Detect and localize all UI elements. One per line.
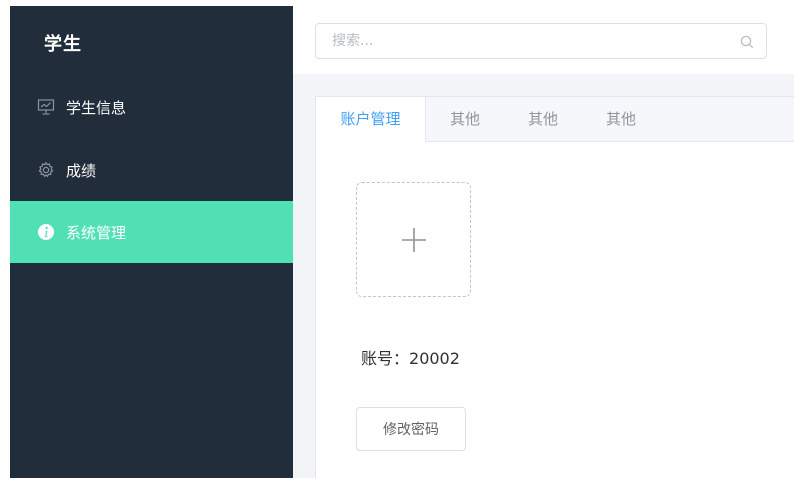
tab-bar: 账户管理 其他 其他 其他 [316, 97, 794, 142]
search-box[interactable] [315, 23, 767, 59]
sidebar-item-label: 学生信息 [66, 98, 127, 117]
sidebar-item-label: 成绩 [66, 161, 97, 180]
search-icon[interactable] [740, 34, 754, 49]
account-label: 账号： [361, 349, 410, 368]
sidebar-item-label: 系统管理 [66, 223, 127, 242]
account-number: 20002 [409, 349, 460, 368]
top-bar [293, 0, 794, 74]
tab-account-management[interactable]: 账户管理 [316, 97, 426, 142]
plus-icon [401, 227, 427, 253]
main-area: 账户管理 其他 其他 其他 账号：20002 修改密码 [293, 0, 794, 478]
change-password-button[interactable]: 修改密码 [356, 407, 466, 451]
app-window: 学生 学生信息 成绩 系统管理 搜索... 账户管理 其他 其他 其他 账号：2… [0, 0, 794, 478]
search-input[interactable] [316, 24, 742, 58]
gear-icon [36, 160, 56, 180]
account-info: 账号：20002 [361, 345, 460, 369]
info-icon [36, 222, 56, 242]
sidebar-item-grades[interactable]: 成绩 [10, 139, 293, 201]
account-card: 账户管理 其他 其他 其他 账号：20002 修改密码 [315, 96, 794, 478]
tab-other-3[interactable]: 其他 [590, 97, 652, 142]
brand-title: 学生 [44, 34, 82, 55]
sidebar-item-student-info[interactable]: 学生信息 [10, 76, 293, 138]
sidebar: 学生 学生信息 成绩 系统管理 [10, 6, 293, 478]
tab-other-2[interactable]: 其他 [512, 97, 574, 142]
avatar-upload[interactable] [356, 182, 471, 297]
tab-other-1[interactable]: 其他 [434, 97, 496, 142]
presentation-chart-icon [36, 97, 56, 117]
sidebar-item-system-management[interactable]: 系统管理 [10, 201, 293, 263]
